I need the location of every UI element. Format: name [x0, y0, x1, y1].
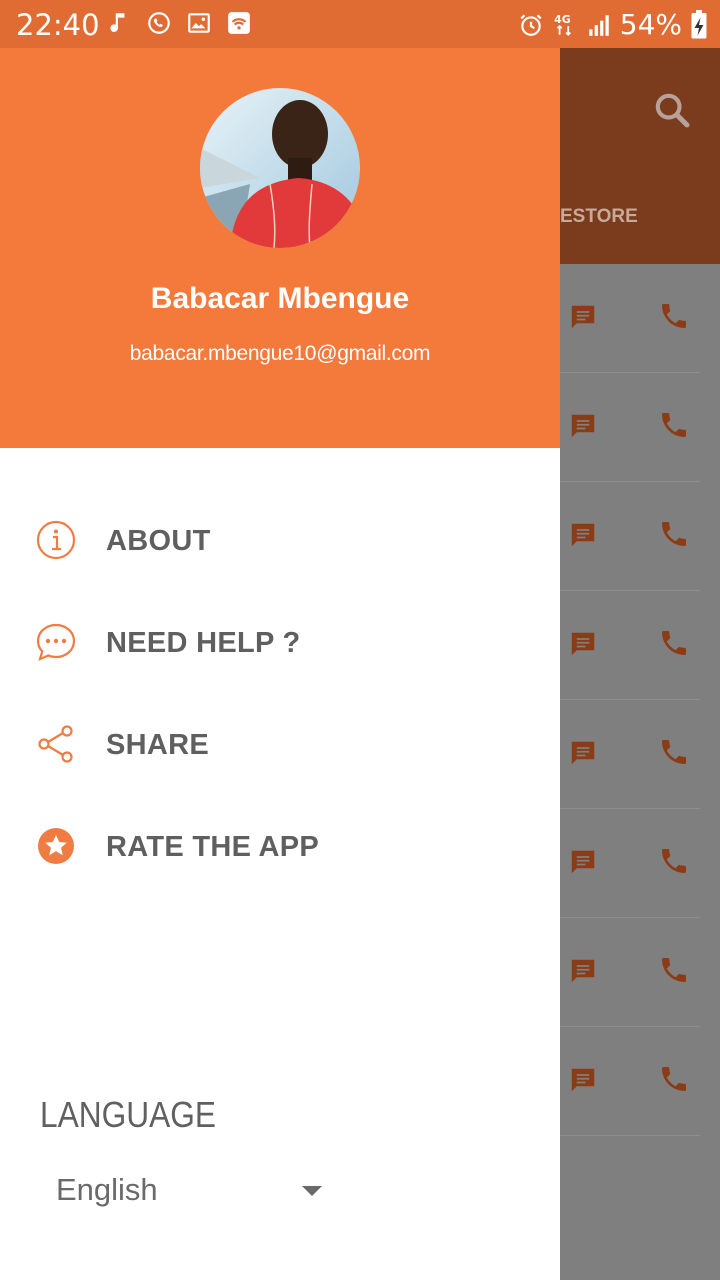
- menu-item-label: SHARE: [106, 729, 210, 761]
- list-item[interactable]: [560, 591, 700, 700]
- background-tab-store[interactable]: ESTORE: [560, 206, 638, 228]
- profile-photo: [200, 88, 360, 248]
- list-item[interactable]: [560, 700, 700, 809]
- image-icon: [188, 13, 210, 33]
- status-notification-icons: [106, 10, 252, 36]
- search-icon[interactable]: [652, 90, 692, 130]
- drawer-header: Babacar Mbengue babacar.mbengue10@gmail.…: [0, 48, 560, 448]
- status-bar: 22:40 4G 54%: [0, 0, 720, 48]
- background-app-bar: [560, 48, 720, 264]
- phone-icon[interactable]: [658, 954, 690, 986]
- language-heading: LANGUAGE: [40, 1094, 217, 1135]
- phone-icon[interactable]: [658, 409, 690, 441]
- menu-item-label: RATE THE APP: [106, 831, 320, 863]
- signal-icon: [589, 14, 609, 36]
- list-item[interactable]: [560, 809, 700, 918]
- network-4g-icon: 4G: [554, 12, 571, 36]
- phone-icon[interactable]: [658, 736, 690, 768]
- message-icon[interactable]: [568, 302, 598, 332]
- menu-item-label: NEED HELP ?: [106, 627, 301, 659]
- alarm-icon: [520, 13, 542, 36]
- chat-bubble-icon: [36, 623, 76, 661]
- battery-charging-icon: [691, 9, 707, 38]
- message-icon[interactable]: [568, 520, 598, 550]
- status-system-icons: 4G 54%: [518, 8, 708, 41]
- background-contact-list: [560, 264, 720, 1280]
- phone-icon[interactable]: [658, 518, 690, 550]
- info-icon: [36, 520, 76, 560]
- list-item[interactable]: [560, 1027, 700, 1136]
- list-item[interactable]: [560, 373, 700, 482]
- message-icon[interactable]: [568, 956, 598, 986]
- navigation-drawer: Babacar Mbengue babacar.mbengue10@gmail.…: [0, 48, 560, 1280]
- list-item[interactable]: [560, 264, 700, 373]
- message-icon[interactable]: [568, 411, 598, 441]
- language-selected-value: English: [56, 1172, 158, 1207]
- phone-icon[interactable]: [658, 845, 690, 877]
- message-icon[interactable]: [568, 738, 598, 768]
- whatsapp-icon: [148, 12, 170, 34]
- list-item[interactable]: [560, 482, 700, 591]
- chevron-down-icon: [302, 1186, 322, 1196]
- user-email: babacar.mbengue10@gmail.com: [129, 342, 431, 365]
- music-note-icon: [110, 13, 125, 32]
- star-icon: [38, 828, 74, 864]
- phone-icon[interactable]: [658, 627, 690, 659]
- message-icon[interactable]: [568, 1065, 598, 1095]
- status-time: 22:40: [16, 8, 100, 42]
- list-item[interactable]: [560, 918, 700, 1027]
- avatar[interactable]: [200, 88, 360, 248]
- message-icon[interactable]: [568, 629, 598, 659]
- share-icon: [38, 725, 73, 763]
- wifi-hotspot-icon: [228, 12, 250, 34]
- phone-icon[interactable]: [658, 300, 690, 332]
- phone-icon[interactable]: [658, 1063, 690, 1095]
- menu-item-label: ABOUT: [106, 525, 211, 557]
- svg-text:4G: 4G: [554, 12, 571, 25]
- user-name: Babacar Mbengue: [150, 282, 410, 315]
- menu-item-share[interactable]: SHARE: [0, 704, 560, 784]
- menu-item-about[interactable]: ABOUT: [0, 500, 560, 580]
- menu-item-rate-the-app[interactable]: RATE THE APP: [0, 806, 560, 886]
- message-icon[interactable]: [568, 847, 598, 877]
- language-dropdown[interactable]: English: [40, 1166, 340, 1222]
- battery-percentage: 54%: [619, 8, 682, 41]
- menu-item-need-help[interactable]: NEED HELP ?: [0, 602, 560, 682]
